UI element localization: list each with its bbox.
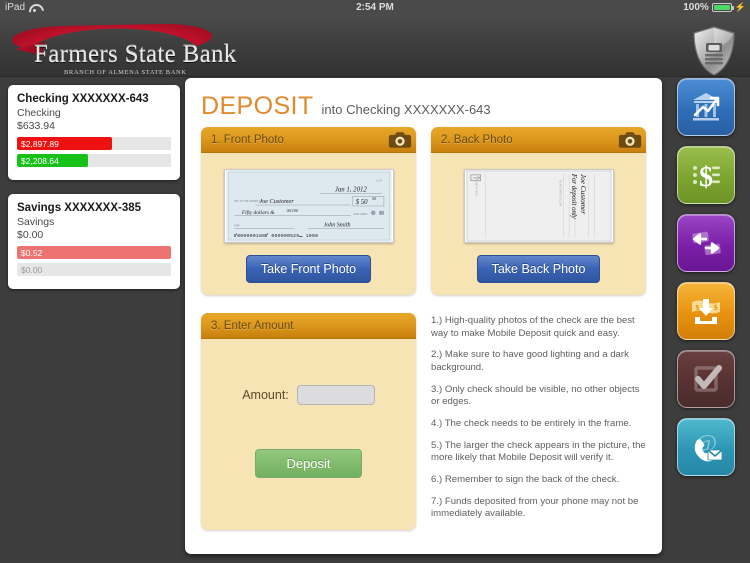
bank-subtitle: BRANCH OF ALMENA STATE BANK — [64, 69, 187, 76]
check-back-image[interactable]: ENDORSE HERE DO NOT WRITE BELOW Joe Cust… — [463, 169, 614, 243]
page-title: DEPOSIT into Checking XXXXXXX-643 — [185, 78, 662, 127]
enter-amount-panel: 3. Enter Amount Amount: Deposit — [201, 313, 416, 530]
svg-text:Joe Customer: Joe Customer — [259, 198, 294, 205]
shield-lock-icon[interactable] — [690, 25, 738, 77]
bank-logo: Farmers State Bank BRANCH OF ALMENA STAT… — [8, 19, 288, 76]
camera-icon[interactable] — [388, 131, 412, 149]
account-title: Savings XXXXXXX-385 — [17, 202, 142, 214]
svg-text:DO NOT WRITE BELOW: DO NOT WRITE BELOW — [558, 180, 560, 207]
account-type: Checking — [17, 107, 61, 119]
svg-text:Joe Customer: Joe Customer — [578, 174, 586, 214]
tip-item: 2.) Make sure to have good lighting and … — [431, 349, 629, 373]
battery-percent-label: 100% — [683, 2, 709, 13]
account-type: Savings — [17, 216, 55, 228]
account-bar-label: $0.52 — [21, 247, 43, 258]
front-photo-panel: 1. Front Photo 1234 Jan 1, 2012 PAY TO T… — [201, 127, 416, 295]
enter-amount-header: 3. Enter Amount — [201, 313, 416, 339]
svg-text:Jan 1, 2012: Jan 1, 2012 — [334, 186, 367, 193]
svg-text:$: $ — [696, 304, 700, 312]
svg-text:$: $ — [699, 162, 713, 193]
svg-text:00/100: 00/100 — [286, 208, 297, 213]
account-card-savings[interactable]: Savings XXXXXXX-385 Savings $0.00 $0.52 … — [8, 194, 180, 289]
page-title-deposit: DEPOSIT — [201, 92, 314, 120]
front-photo-body: 1234 Jan 1, 2012 PAY TO THE ORDER OF Joe… — [201, 153, 416, 295]
accounts-sidebar: Checking XXXXXXX-643 Checking $633.94 $2… — [8, 85, 180, 303]
account-bar-label: $2,897.89 — [21, 138, 59, 149]
amount-row: Amount: — [211, 385, 406, 405]
nav-accounts-button[interactable] — [677, 78, 735, 136]
back-photo-body: ENDORSE HERE DO NOT WRITE BELOW Joe Cust… — [431, 153, 646, 295]
dollar-sign-icon: $ — [693, 162, 720, 193]
check-front-image[interactable]: 1234 Jan 1, 2012 PAY TO THE ORDER OF Joe… — [223, 169, 394, 243]
svg-text:00: 00 — [372, 197, 376, 201]
lightning-bolt-icon: ⚡ — [734, 2, 746, 12]
tip-item: 6.) Remember to sign the back of the che… — [431, 473, 620, 485]
deposit-grid: 1. Front Photo 1234 Jan 1, 2012 PAY TO T… — [185, 127, 662, 530]
svg-text:FOR: FOR — [234, 224, 239, 227]
account-balance: $633.94 — [17, 120, 55, 132]
deposit-panel: DEPOSIT into Checking XXXXXXX-643 1. Fro… — [185, 78, 662, 554]
nav-transfers-button[interactable] — [677, 214, 735, 272]
svg-text:ENDORSE HERE: ENDORSE HERE — [474, 178, 476, 197]
tip-item: 5.) The larger the check appears in the … — [431, 439, 646, 464]
account-balance: $0.00 — [17, 229, 44, 241]
enter-amount-heading: 3. Enter Amount — [211, 319, 294, 332]
bank-chart-icon — [693, 93, 720, 121]
account-title: Checking XXXXXXX-643 — [17, 93, 149, 105]
status-bar-right: 100% ⚡ — [683, 2, 746, 13]
account-bar-credit: $0.00 — [17, 263, 171, 276]
take-front-photo-button[interactable]: Take Front Photo — [245, 255, 372, 283]
nav-check-approve-button[interactable] — [677, 350, 735, 408]
tip-item: 7.) Funds deposited from your phone may … — [431, 495, 639, 520]
front-photo-heading: 1. Front Photo — [211, 133, 284, 146]
svg-text:1234: 1234 — [375, 179, 382, 183]
check-mark-icon — [694, 365, 722, 392]
deposit-tips: 1.) High-quality photos of the check are… — [431, 313, 646, 530]
tip-item: 3.) Only check should be visible, no oth… — [431, 383, 640, 408]
nav-deposit-button[interactable]: $ $ — [677, 282, 735, 340]
svg-text:DOLLARS: DOLLARS — [353, 212, 367, 216]
nav-bill-pay-button[interactable]: $ — [677, 146, 735, 204]
nav-contact-button[interactable]: @ — [677, 418, 735, 476]
svg-text:John Smith: John Smith — [323, 222, 350, 228]
bank-name: Farmers State Bank — [34, 41, 237, 68]
status-bar: iPad 2:54 PM 100% ⚡ — [0, 0, 750, 15]
tip-item: 4.) The check needs to be entirely in th… — [431, 417, 632, 429]
account-card-checking[interactable]: Checking XXXXXXX-643 Checking $633.94 $2… — [8, 85, 180, 180]
svg-text:$: $ — [714, 304, 718, 312]
page-title-target: into Checking XXXXXXX-643 — [321, 102, 491, 117]
enter-amount-body: Amount: Deposit — [201, 339, 416, 490]
status-bar-clock: 2:54 PM — [356, 2, 394, 13]
back-photo-panel: 2. Back Photo ENDORSE HERE DO NOT WRITE … — [431, 127, 646, 295]
phone-envelope-icon: @ — [694, 431, 723, 462]
battery-full-icon — [711, 3, 734, 12]
tip-item: 1.) High-quality photos of the check are… — [431, 315, 635, 339]
account-bar-label: $2,208.64 — [21, 155, 59, 166]
svg-text:For deposit only: For deposit only — [570, 173, 577, 220]
account-bar-label: $0.00 — [21, 264, 43, 275]
camera-icon[interactable] — [618, 131, 642, 149]
take-back-photo-button[interactable]: Take Back Photo — [476, 255, 601, 283]
amount-input[interactable] — [296, 385, 375, 405]
svg-text:Fifty dollars &: Fifty dollars & — [240, 209, 274, 216]
deposit-download-icon: $ $ — [692, 299, 720, 324]
app-root: iPad 2:54 PM 100% ⚡ Farmers State Bank B… — [0, 0, 750, 563]
account-bar-credit: $2,208.64 — [17, 154, 171, 167]
nav-rail: $ $ $ @ — [662, 78, 750, 486]
app-header: Farmers State Bank BRANCH OF ALMENA STAT… — [0, 15, 750, 77]
deposit-button[interactable]: Deposit — [255, 449, 362, 478]
account-bar-debit: $0.52 — [17, 246, 171, 259]
back-photo-header: 2. Back Photo — [431, 127, 646, 153]
svg-text:⑈000000186⑈ 000000529⑉ 1000: ⑈000000186⑈ 000000529⑉ 1000 — [234, 233, 318, 239]
front-photo-header: 1. Front Photo — [201, 127, 416, 153]
amount-label: Amount: — [242, 388, 289, 402]
transfer-arrows-icon — [692, 231, 721, 256]
svg-text:$ 50: $ 50 — [355, 199, 367, 206]
back-photo-heading: 2. Back Photo — [441, 133, 513, 146]
account-bar-debit: $2,897.89 — [17, 137, 171, 150]
